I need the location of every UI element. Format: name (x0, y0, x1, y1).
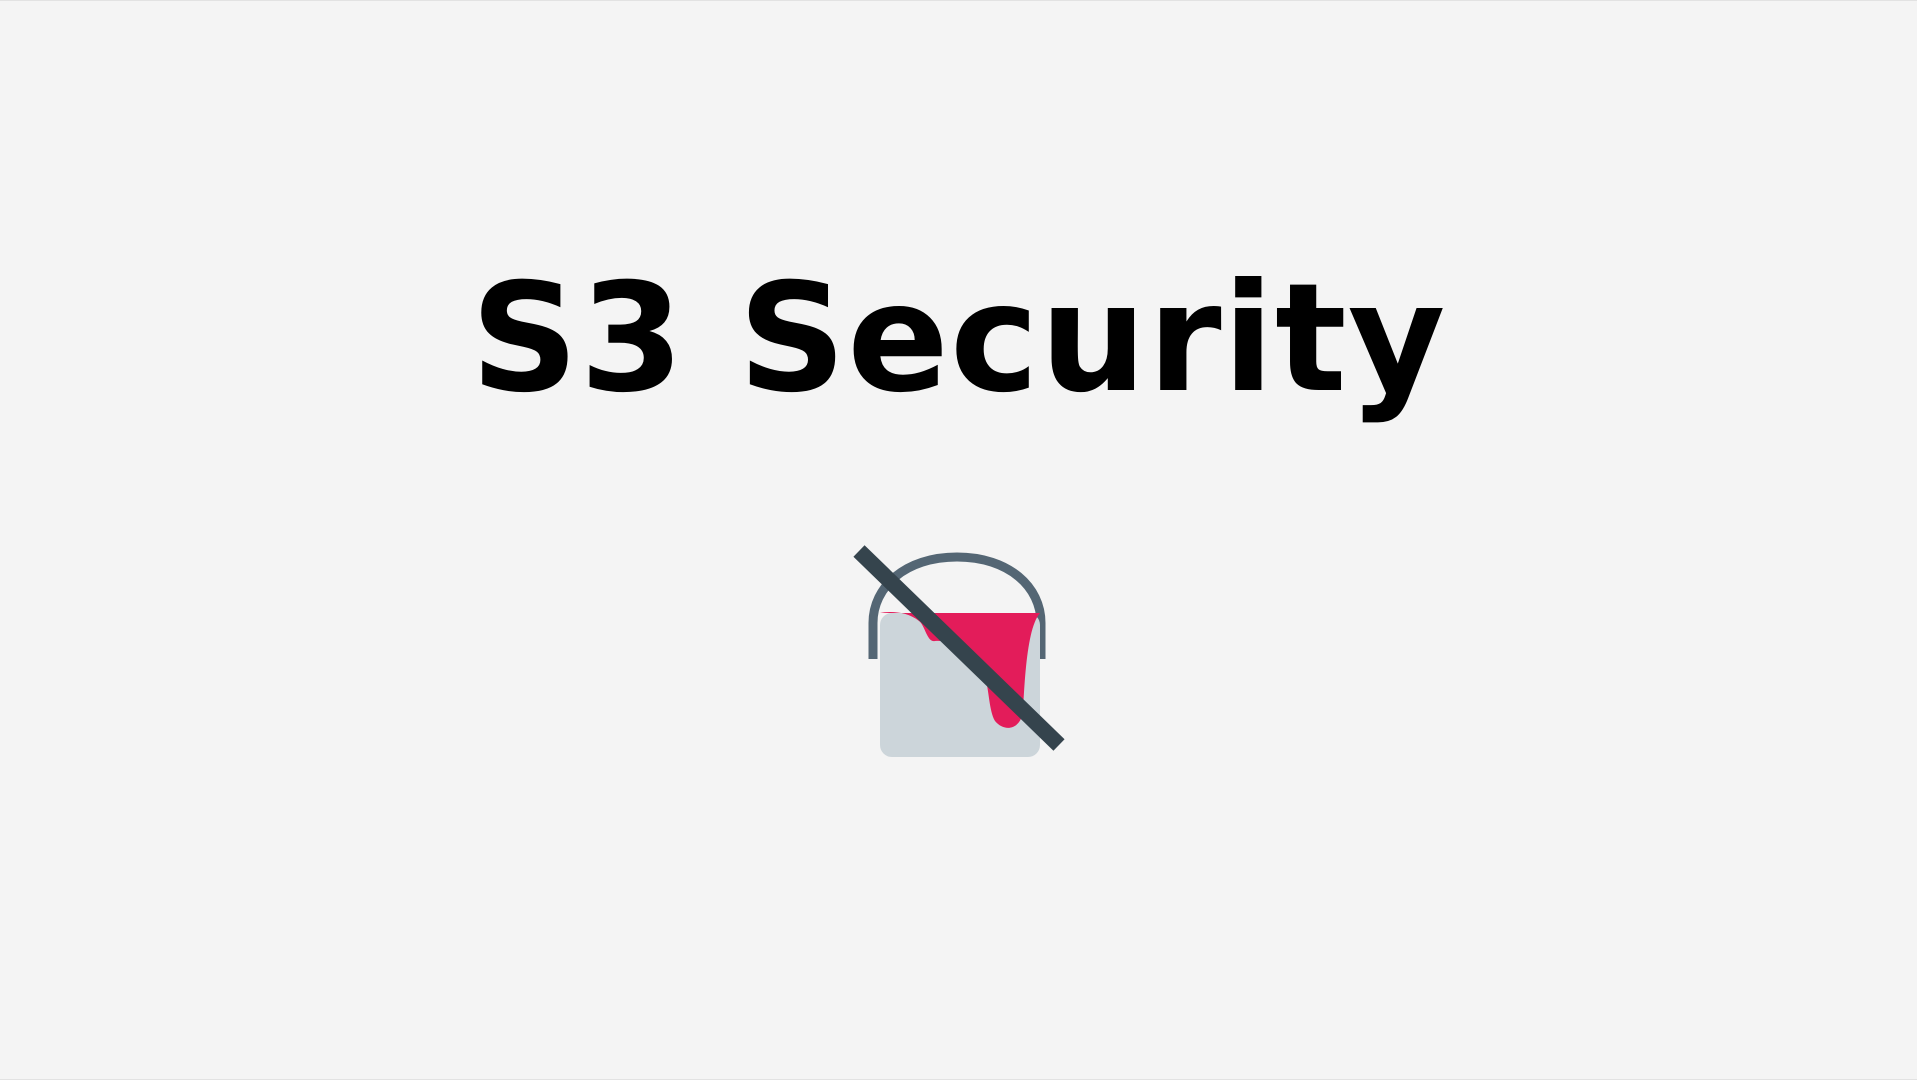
slide-title: S3 Security (470, 252, 1447, 426)
no-paint-bucket-icon (853, 545, 1065, 757)
slide: S3 Security (0, 0, 1917, 1080)
